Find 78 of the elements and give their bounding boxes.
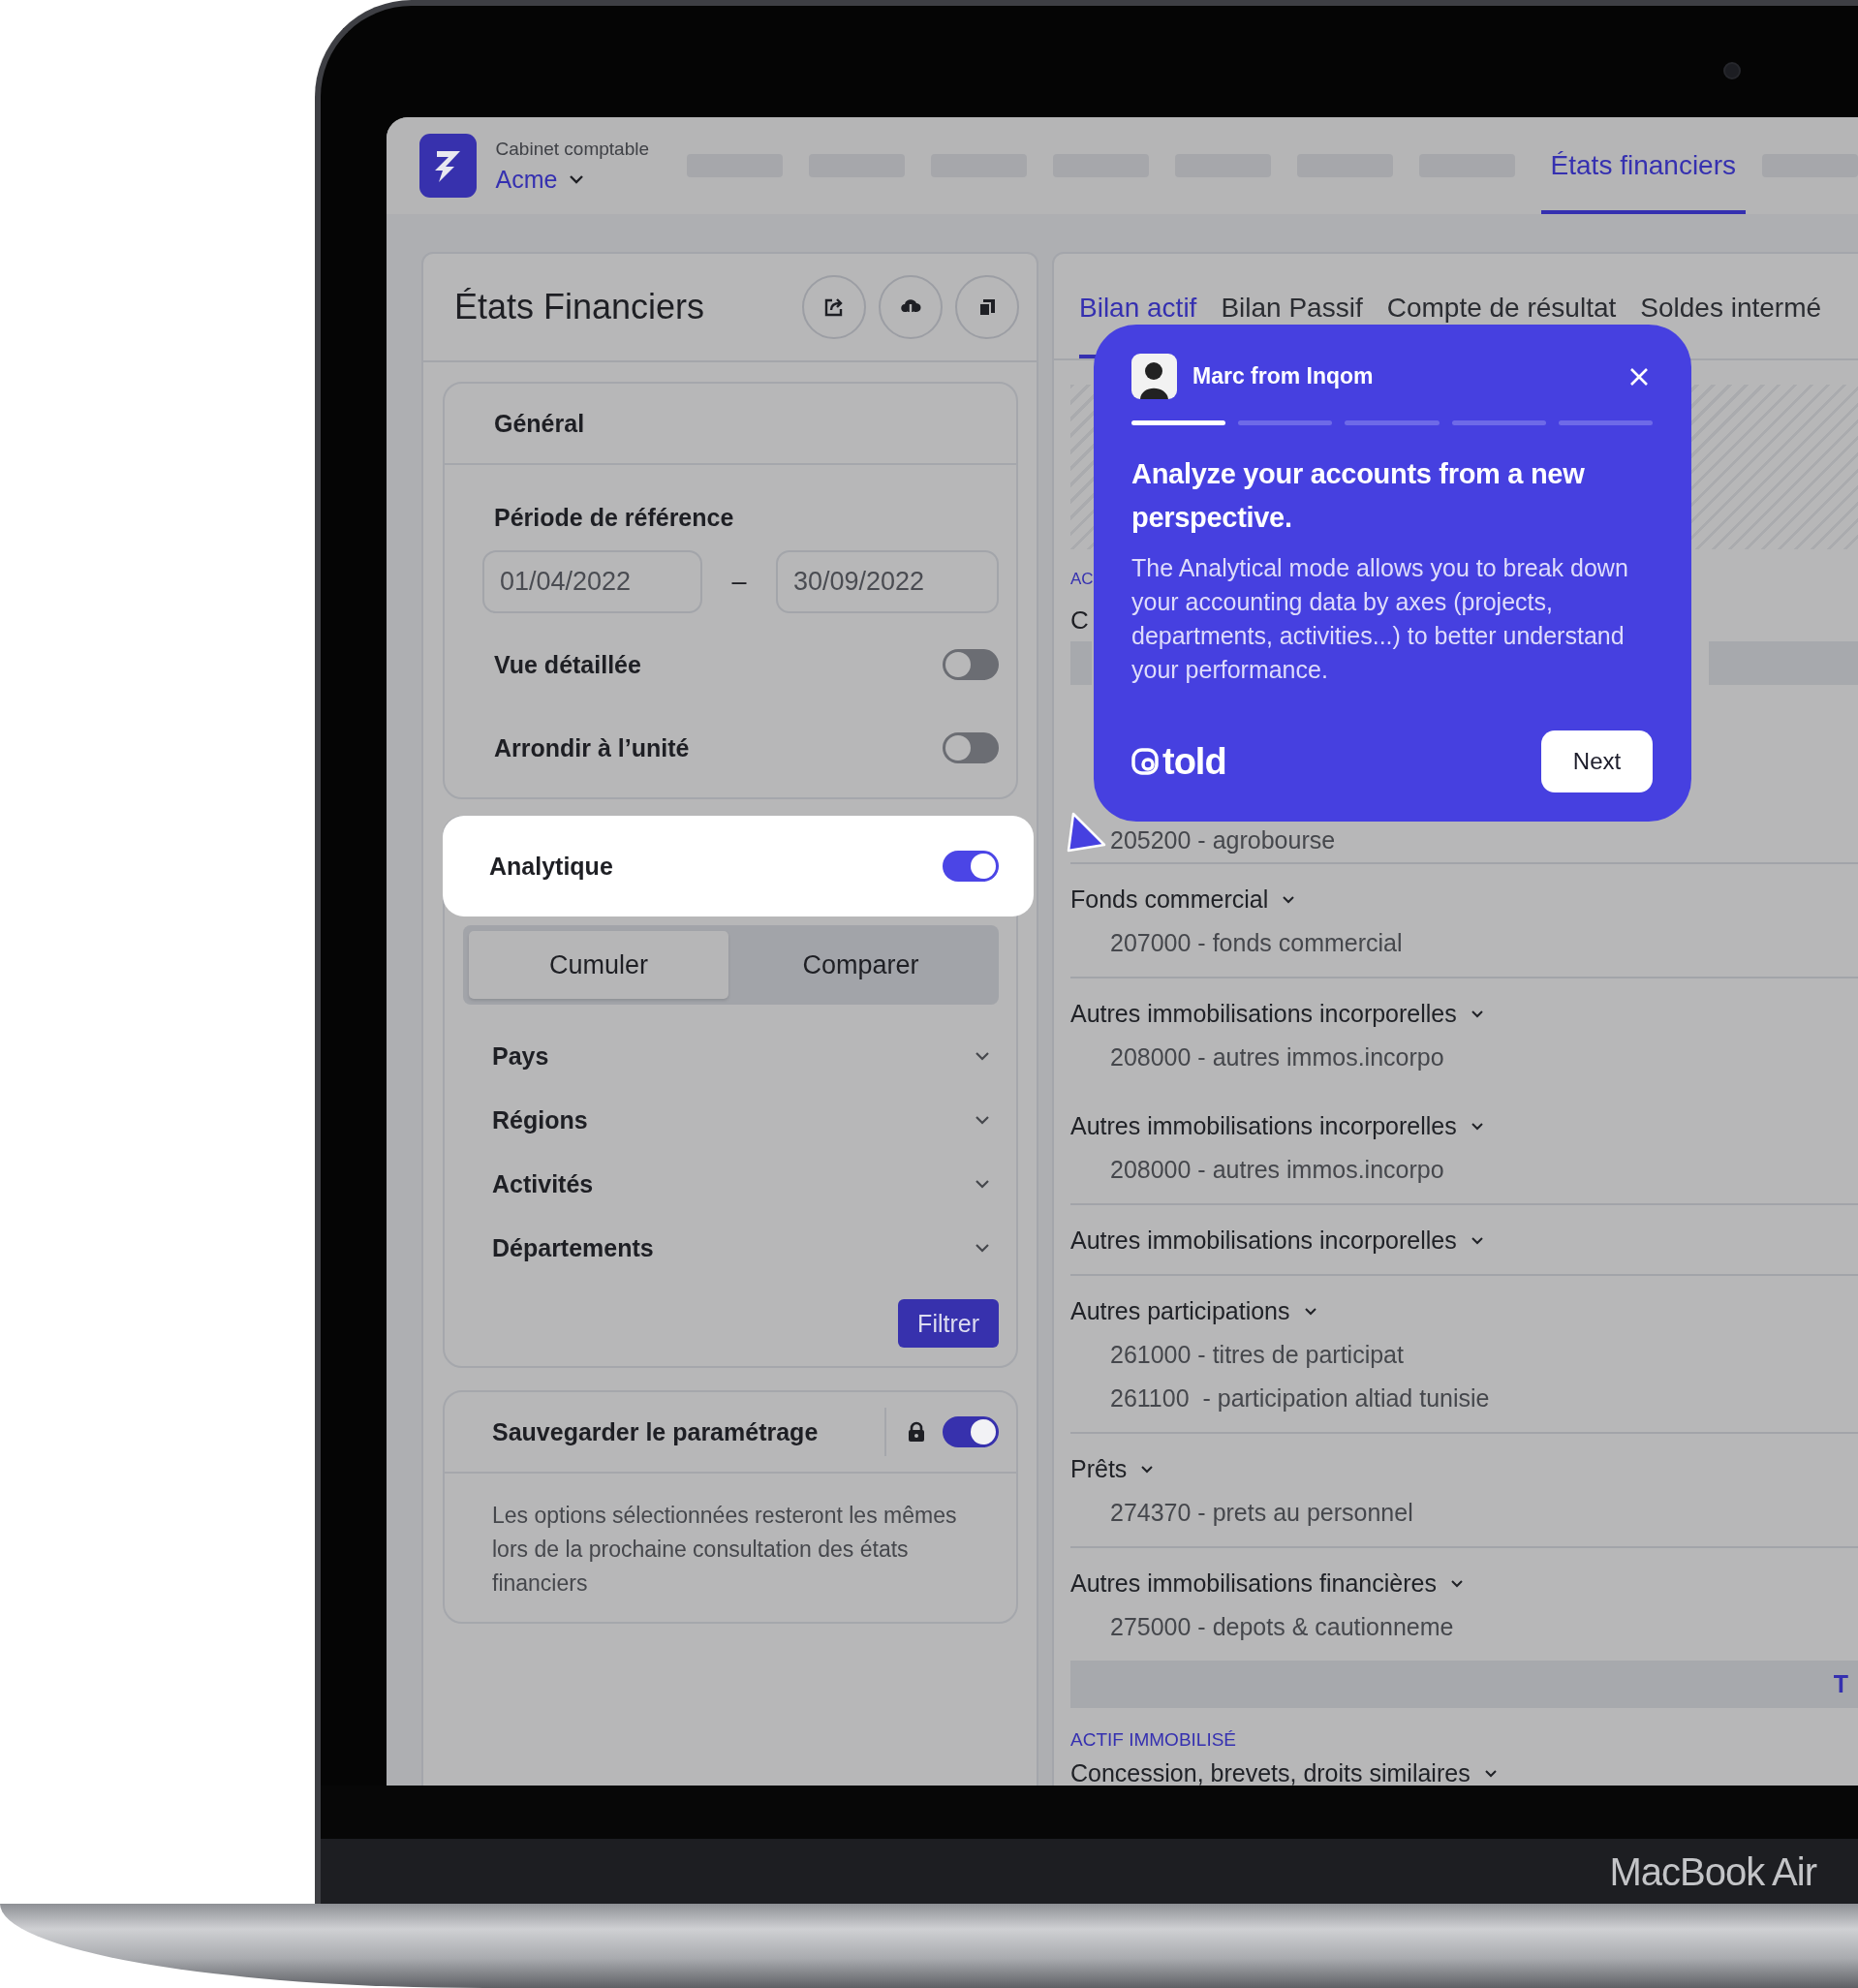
group-toggle[interactable]: Concession, brevets, droits similaires [1070,1755,1498,1786]
brand-name: told [1162,740,1226,783]
popover-title: Analyze your accounts from a new perspective. [1131,457,1586,535]
chevron-down-icon [1470,1235,1484,1245]
account-row-text: 207000 - fonds commercial [1110,928,1403,958]
account-row-text: 275000 - depots & cautionneme [1110,1612,1454,1642]
segment-button[interactable]: Comparer [728,931,993,999]
chevron-down-icon [1483,1768,1498,1778]
close-icon [1629,366,1649,387]
sender-name: Marc from Inqom [1192,363,1375,389]
pointer-icon [1066,812,1106,853]
tab[interactable]: Compte de résultat [1386,254,1617,358]
card-title: Général [494,409,585,438]
section-label: AC [1070,569,1094,590]
group-toggle[interactable]: Autres immobilisations incorporelles [1070,1218,1484,1262]
avatar [1131,354,1177,399]
date-separator: – [730,567,748,597]
description-text: Les options sélectionnées resteront les mêmes lors de la prochaine consultation des états financiers [491,1502,958,1598]
filter-button[interactable]: Filtrer [898,1299,999,1348]
chevron-down-icon [1303,1306,1317,1316]
toggle-label: Sauvegarder le paramétrage [492,1417,820,1446]
account-group-title: C [1070,605,1089,637]
account-row-text: 205200 - agrobourse [1110,825,1336,855]
export-button[interactable] [802,275,866,339]
popover-text: The Analytical mode allows you to break down your accounting data by axes (projects, departments, activities...) to better understand your performance. [1131,553,1629,685]
group-toggle[interactable]: Autres participations [1070,1289,1317,1333]
account-row-text: 274370 - prets au personnel [1110,1498,1413,1528]
chevron-down-icon [975,1051,990,1061]
toggle-label: Analytique [489,852,613,881]
toggle-switch[interactable] [943,1416,999,1447]
chevron-down-icon [1140,1464,1155,1474]
brand-logo-icon [1131,748,1159,775]
chevron-down-icon [1470,1121,1484,1131]
lock-icon [908,1421,925,1443]
end-date-field[interactable]: 30/09/2022 [776,550,999,613]
laptop-brand: MacBook Air [1609,1850,1816,1894]
account-row-text: 261100 - participation altiad tunisie [1110,1383,1490,1413]
group-toggle[interactable]: Fonds commercial [1070,877,1296,921]
account-row-text: 208000 - autres immos.incorpo [1110,1155,1444,1185]
group-toggle[interactable]: Autres immobilisations incorporelles [1070,991,1484,1036]
chevron-down-icon [975,1179,990,1189]
camera-icon [1723,62,1741,79]
group-toggle[interactable]: Prêts [1070,1446,1155,1491]
axis-dropdown[interactable]: Départements [445,1216,1016,1280]
account-row-text: 261000 - titres de participat [1110,1340,1404,1370]
account-row-text: 208000 - autres immos.incorpo [1110,1042,1444,1072]
close-button[interactable] [1629,366,1649,387]
toggle-label: Arrondir à l’unité [494,733,690,762]
toggle-label: Vue détaillée [494,650,641,679]
logo-icon [419,134,477,198]
org-label: Cabinet comptable [495,138,650,160]
group-toggle[interactable]: Autres immobilisations financières [1070,1561,1464,1605]
toggle-switch[interactable] [943,851,999,882]
chevron-down-icon [975,1115,990,1125]
nav-tab[interactable]: États financiers [1540,117,1746,214]
start-date-field[interactable]: 01/04/2022 [482,550,702,613]
axis-dropdown[interactable]: Régions [445,1088,1016,1152]
chevron-down-icon [569,174,585,184]
field-label: Période de référence [493,503,735,532]
tab[interactable]: Bilan Passif [1221,254,1363,358]
organization-selector[interactable]: Acme [495,165,585,194]
toggle-switch[interactable] [943,649,999,680]
panel-title: États Financiers [454,287,705,327]
chevron-down-icon [1282,894,1296,904]
segment-button[interactable]: Cumuler [469,931,728,999]
toggle-switch[interactable] [943,732,999,763]
tab[interactable]: Soldes intermé [1640,254,1822,358]
total-label: T [1833,1670,1848,1698]
chevron-down-icon [975,1243,990,1253]
group-toggle[interactable]: Autres immobilisations incorporelles [1070,1103,1484,1148]
chevron-down-icon [1449,1578,1464,1588]
copy-button[interactable] [955,275,1019,339]
chevron-down-icon [1470,1009,1484,1018]
axis-dropdown[interactable]: Activités [445,1152,1016,1216]
download-button[interactable] [879,275,943,339]
axis-dropdown[interactable]: Pays [445,1024,1016,1088]
section-label: ACTIF IMMOBILISÉ [1070,1729,1238,1751]
next-button[interactable]: Next [1541,730,1653,792]
